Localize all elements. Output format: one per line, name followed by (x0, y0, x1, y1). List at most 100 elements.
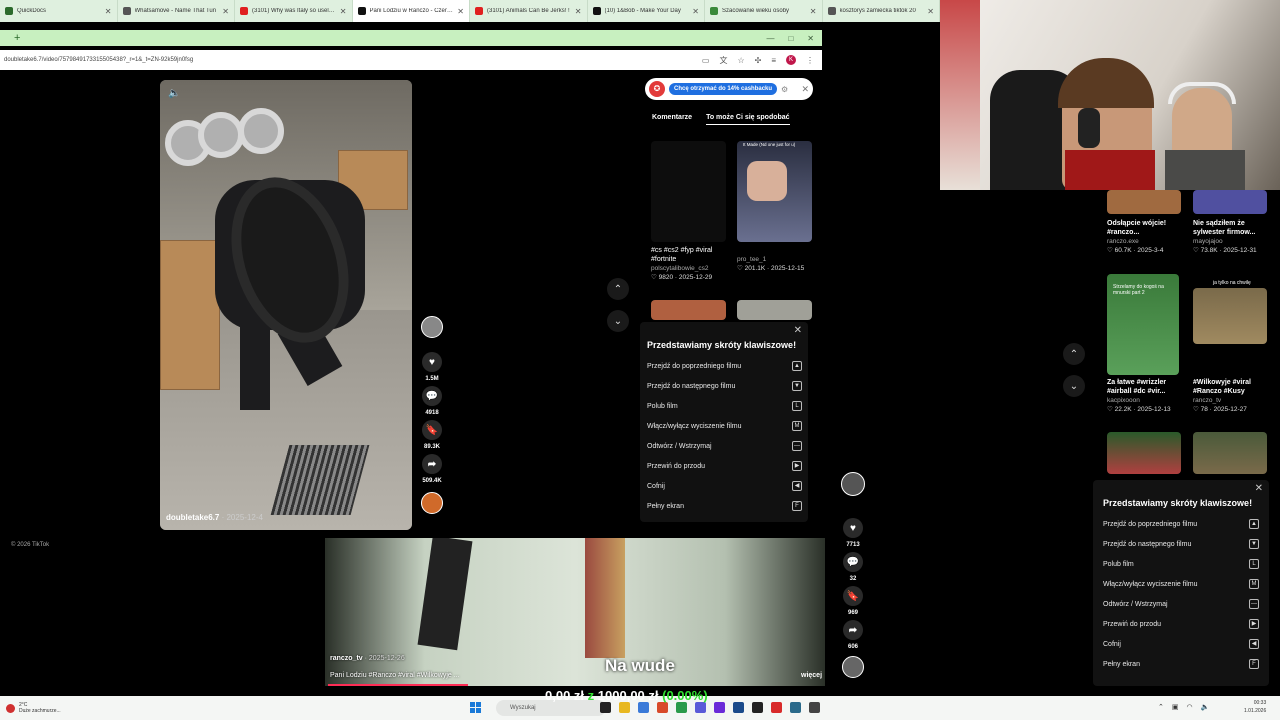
suggested-user[interactable]: pro_tee_1 (737, 256, 817, 265)
steam-icon[interactable] (733, 702, 744, 713)
creator-avatar[interactable] (421, 316, 443, 338)
translate-icon[interactable]: 文 (719, 55, 727, 66)
settings-icon[interactable]: ⚙ (781, 85, 788, 94)
app-icon[interactable] (752, 702, 763, 713)
mail-icon[interactable] (638, 702, 649, 713)
suggested-thumbnail[interactable] (1107, 432, 1181, 474)
address-bar[interactable]: doubletake6.7/video/7579849173315505438?… (0, 50, 822, 70)
clock[interactable]: 00:33 1.01.2026 (1244, 699, 1266, 715)
bookmark-icon[interactable]: 🔖 (843, 586, 863, 606)
bottom-video-username[interactable]: ranczo_tv (330, 655, 363, 662)
app-icon[interactable] (771, 702, 782, 713)
suggested-thumbnail[interactable] (737, 300, 812, 320)
suggested-thumbnail[interactable] (651, 141, 726, 242)
search-input[interactable]: Wyszukaj (510, 705, 536, 711)
close-tab-icon[interactable]: ✕ (927, 7, 934, 16)
app-icon[interactable] (809, 702, 820, 713)
start-button[interactable] (470, 702, 481, 713)
sound-avatar[interactable] (842, 656, 864, 678)
url-text[interactable]: doubletake6.7/video/7579849173315505438?… (4, 57, 193, 63)
cashback-button[interactable]: Chcę otrzymać do 14% cashbacku (669, 83, 778, 95)
browser-tab[interactable]: Whatsamove - Name That Tun ✕ (118, 0, 235, 22)
file-explorer-icon[interactable] (619, 702, 630, 713)
suggested-title[interactable]: Za łatwe #wrizzler #airball #dc #vir... (1107, 378, 1189, 397)
suggested-thumbnail[interactable] (1193, 190, 1267, 214)
close-tab-icon[interactable]: ✕ (340, 7, 347, 16)
close-icon[interactable]: ✕ (794, 325, 802, 336)
wifi-icon[interactable]: ◠ (1187, 703, 1193, 711)
close-tab-icon[interactable]: ✕ (222, 7, 229, 16)
suggested-user[interactable]: polscytalibowie_cs2 (651, 265, 726, 274)
video-username[interactable]: doubletake6.7 (166, 513, 219, 522)
browser-tab[interactable]: (10) 1&Bob - Make Your Day ✕ (588, 0, 705, 22)
suggested-thumbnail[interactable] (651, 300, 726, 320)
extensions-icon[interactable]: ✣ (755, 56, 762, 65)
like-icon[interactable]: ♥ (422, 352, 442, 372)
minimize-button[interactable]: — (766, 34, 774, 43)
browser-tab[interactable]: Pani Lodziu w Ranczo - Czerpani ✕ (352, 0, 470, 22)
suggested-title[interactable]: Odsłąpcie wójcie! #ranczo... (1107, 219, 1187, 238)
screen-share-icon[interactable]: ▭ (702, 56, 710, 65)
close-tab-icon[interactable]: ✕ (105, 7, 112, 16)
mute-icon[interactable]: 🔈 (168, 88, 180, 99)
suggested-user[interactable]: mayojajoo (1193, 238, 1273, 247)
chrome-icon[interactable] (676, 702, 687, 713)
browser-tab[interactable]: (3101) Why was Italy so useless ✕ (235, 0, 353, 22)
close-tab-icon[interactable]: ✕ (692, 7, 699, 16)
close-tab-icon[interactable]: ✕ (575, 7, 582, 16)
weather-widget[interactable]: 2°C Duże zachmurze... (0, 702, 61, 714)
volume-icon[interactable]: 🔈 (1201, 703, 1210, 711)
menu-lines-icon[interactable]: ≡ (771, 56, 776, 65)
main-video[interactable]: 🔈 doubletake6.7 · 2025-12-4 (160, 80, 412, 530)
previous-video-button[interactable]: ⌃ (607, 278, 629, 300)
suggested-thumbnail[interactable]: Strzelamy do kogoś na mnurski part 2 (1107, 274, 1179, 375)
progress-bar[interactable] (328, 684, 468, 686)
suggested-thumbnail[interactable]: ja tylko na chwilę (1193, 280, 1267, 344)
share-icon[interactable]: ➦ (843, 620, 863, 640)
more-options-icon[interactable]: ⋮ (806, 56, 814, 65)
share-icon[interactable]: ➦ (422, 454, 442, 474)
suggested-thumbnail[interactable] (1107, 190, 1181, 214)
suggested-title[interactable]: Nie sądziłem że sylwester firmow... (1193, 219, 1273, 238)
suggested-title[interactable]: #Wilkowyje #viral #Ranczo #Kusy (1193, 378, 1275, 397)
close-tab-icon[interactable]: ✕ (457, 7, 464, 16)
tab-suggested[interactable]: To może Ci się spodobać (706, 114, 790, 125)
close-icon[interactable]: ✕ (801, 84, 809, 95)
browser-tab[interactable]: Szacowanie wieku osoby ✕ (705, 0, 823, 22)
previous-video-button[interactable]: ⌃ (1063, 343, 1085, 365)
close-icon[interactable]: ✕ (1255, 483, 1263, 494)
suggested-user[interactable]: kacpixooon (1107, 397, 1189, 406)
close-window-button[interactable]: ✕ (807, 34, 814, 43)
next-video-button[interactable]: ⌄ (607, 310, 629, 332)
close-tab-icon[interactable]: ✕ (810, 7, 817, 16)
suggested-thumbnail[interactable]: It Made (Nd one just for u) (737, 141, 812, 242)
bottom-video[interactable]: Na wude (325, 538, 825, 686)
cashback-banner[interactable]: ✪ Chcę otrzymać do 14% cashbacku ⚙ ✕ (645, 78, 813, 100)
suggested-user[interactable]: ranczo_tv (1193, 397, 1275, 406)
like-icon[interactable]: ♥ (843, 518, 863, 538)
suggested-thumbnail[interactable] (1193, 432, 1267, 474)
next-video-button[interactable]: ⌄ (1063, 375, 1085, 397)
app-icon[interactable] (790, 702, 801, 713)
office-icon[interactable] (657, 702, 668, 713)
sound-avatar[interactable] (421, 492, 443, 514)
more-link[interactable]: więcej (801, 672, 822, 679)
browser-tab[interactable]: (3101) Animals Can Be Jerks! ! ✕ (470, 0, 588, 22)
browser-tab[interactable]: kosztorys zamiecka tiktok 20 ✕ (823, 0, 940, 22)
comment-icon[interactable]: 💬 (843, 552, 863, 572)
star-icon[interactable]: ☆ (737, 56, 744, 65)
discord-icon[interactable] (695, 702, 706, 713)
bookmark-icon[interactable]: 🔖 (422, 420, 442, 440)
tab-comments[interactable]: Komentarze (652, 114, 692, 125)
task-view-icon[interactable] (600, 702, 611, 713)
network-icon[interactable]: ▣ (1172, 703, 1179, 711)
chevron-up-icon[interactable]: ⌃ (1158, 703, 1164, 711)
profile-avatar[interactable]: K (786, 55, 796, 65)
maximize-button[interactable]: □ (788, 34, 793, 43)
browser-tab[interactable]: QuickDocs ✕ (0, 0, 118, 22)
comment-icon[interactable]: 💬 (422, 386, 442, 406)
new-tab-button[interactable]: + (14, 32, 20, 44)
creator-avatar[interactable] (841, 472, 865, 496)
suggested-user[interactable]: ranczo.exe (1107, 238, 1187, 247)
suggested-title[interactable]: #cs #cs2 #fyp #viral #fortnite (651, 246, 726, 265)
